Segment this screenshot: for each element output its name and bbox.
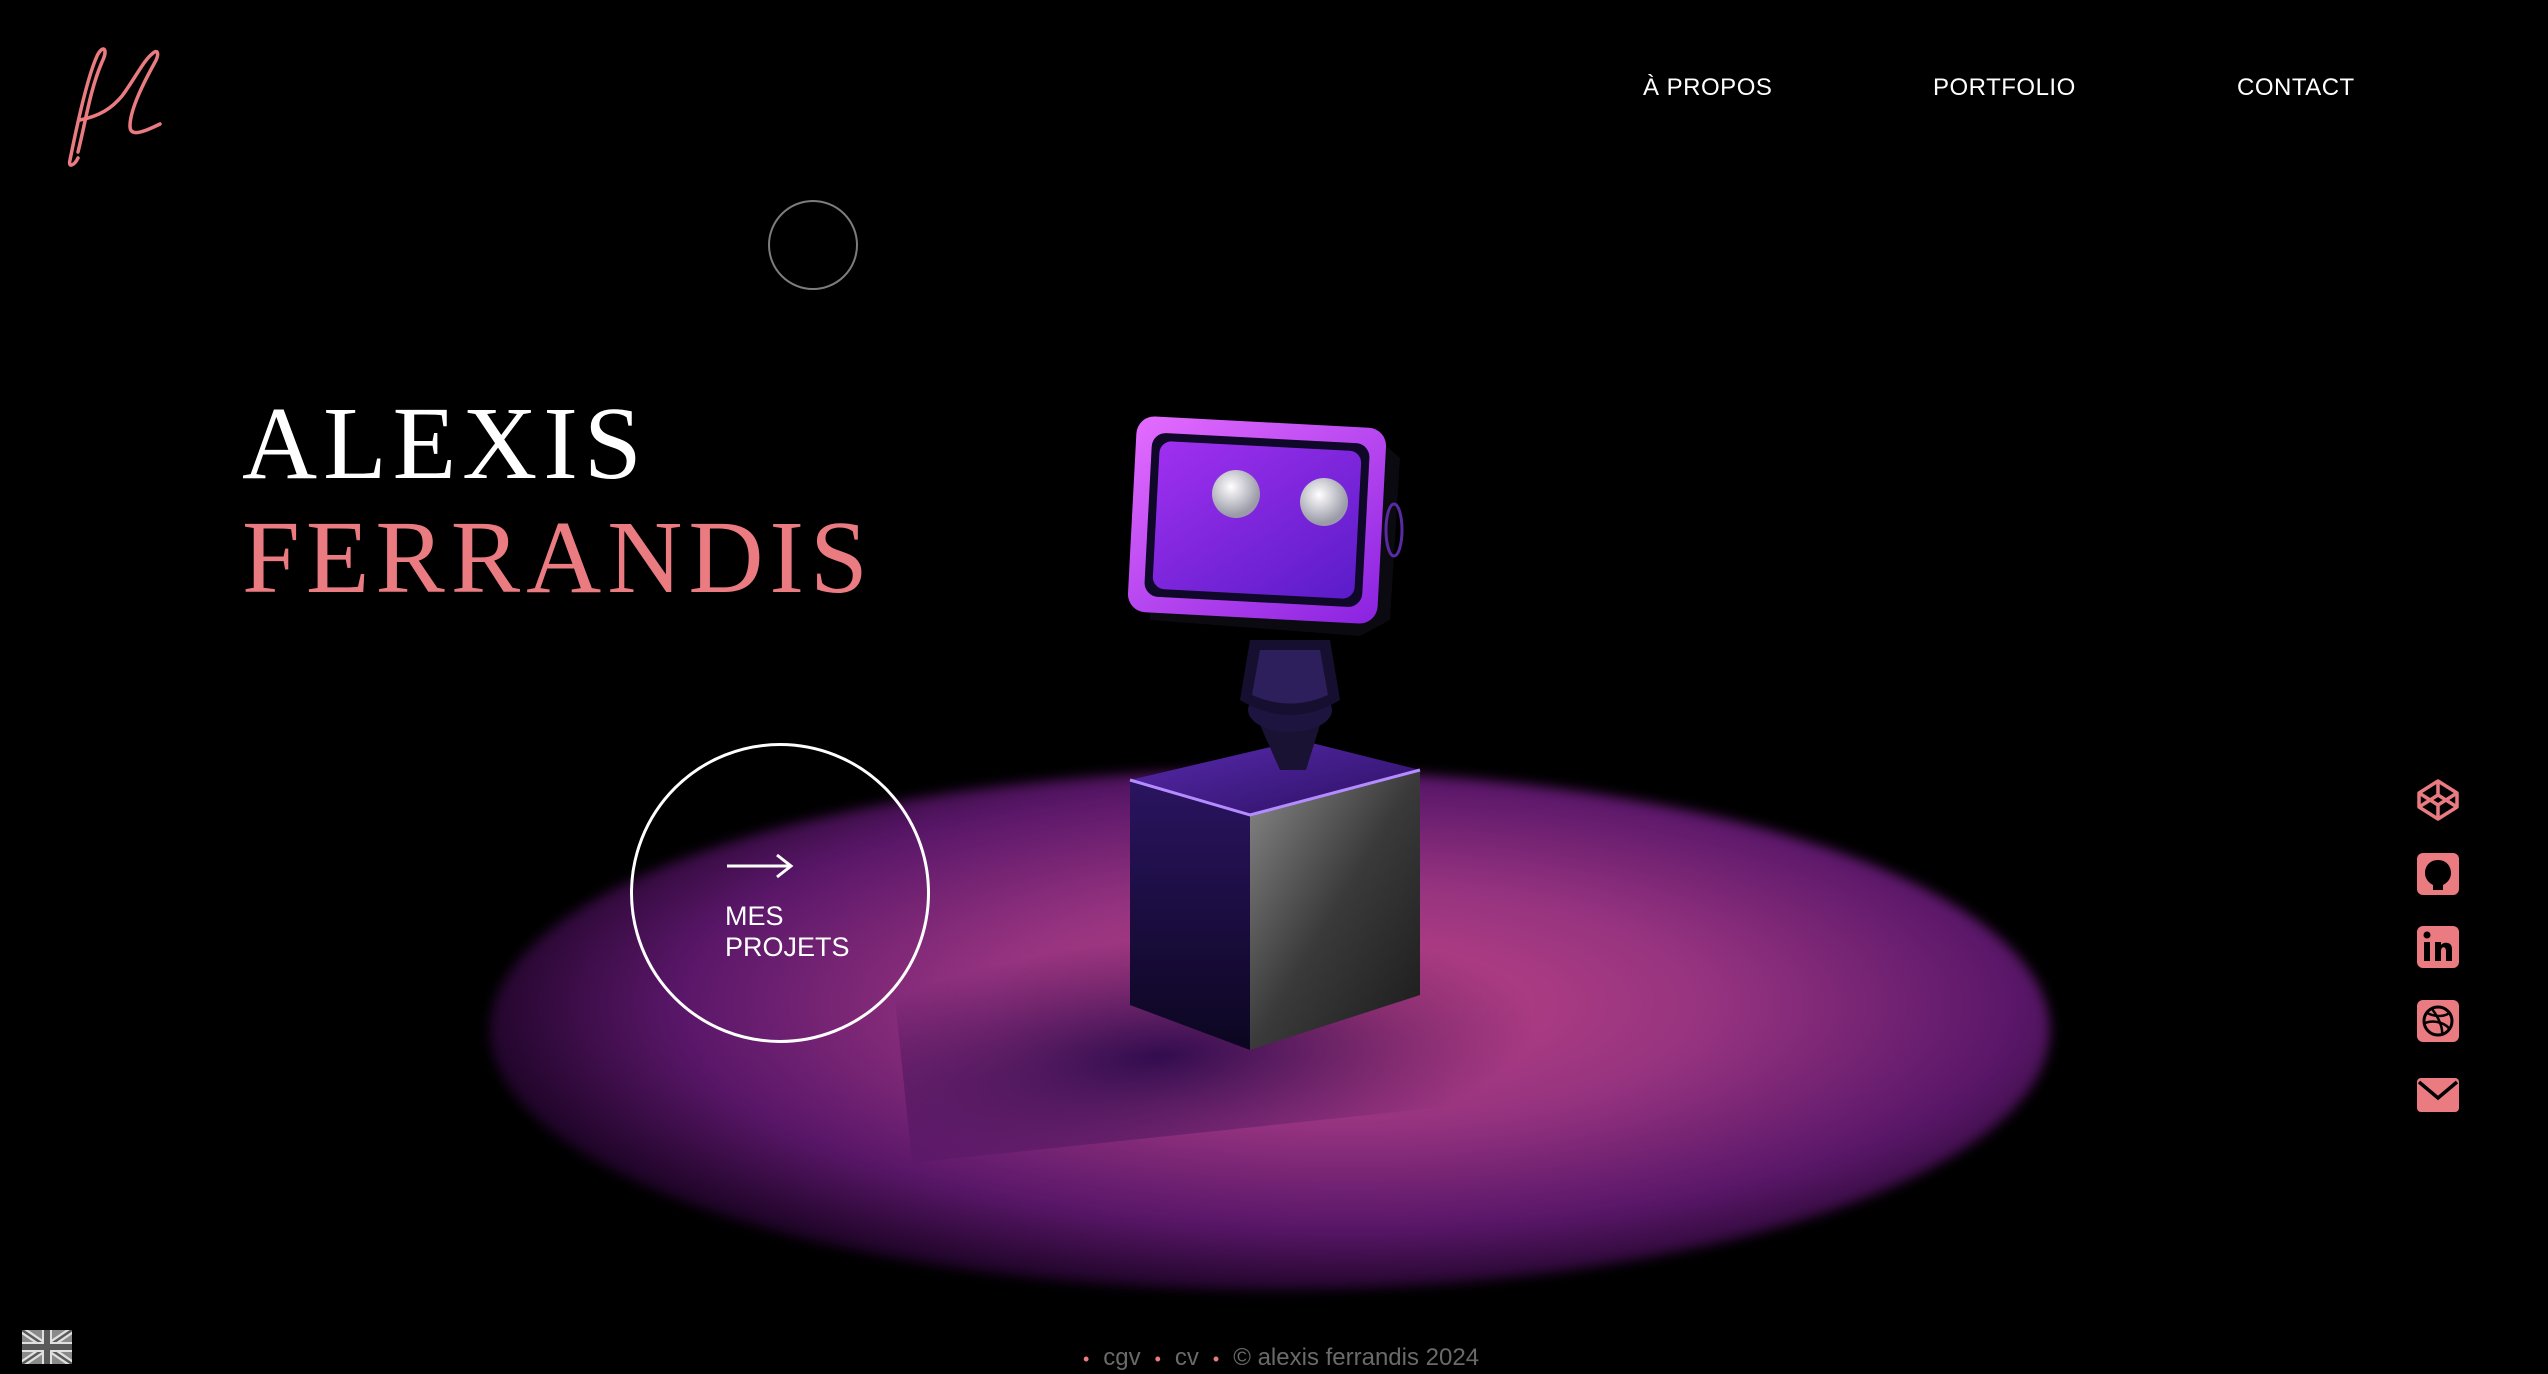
cta-line2: PROJETS — [725, 932, 850, 962]
my-projects-button[interactable]: MES PROJETS — [630, 743, 930, 1043]
linkedin-icon[interactable] — [2415, 924, 2461, 970]
hero-first-name: ALEXIS — [242, 386, 648, 501]
nav-contact[interactable]: CONTACT — [2237, 74, 2355, 102]
mail-icon[interactable] — [2415, 1072, 2461, 1118]
hero-last-name: FERRANDIS — [242, 500, 874, 615]
footer-dot: • — [1154, 1349, 1161, 1369]
footer-dot: • — [1212, 1349, 1220, 1369]
cursor-ring — [768, 200, 858, 290]
cta-line1: MES — [725, 901, 784, 931]
nav-portfolio[interactable]: PORTFOLIO — [1933, 74, 2076, 102]
robot-illustration — [1127, 416, 1421, 1050]
nav-about[interactable]: À PROPOS — [1643, 74, 1772, 102]
dribbble-icon[interactable] — [2415, 998, 2461, 1044]
footer: • cgv • cv • © alexis ferrandis 2024 — [0, 1344, 2548, 1372]
footer-cv-link[interactable]: cv — [1175, 1344, 1199, 1371]
my-projects-label: MES PROJETS — [725, 901, 885, 963]
footer-cgv-link[interactable]: cgv — [1103, 1344, 1140, 1371]
footer-dot: • — [1082, 1349, 1090, 1369]
signature-logo[interactable] — [60, 40, 170, 170]
footer-copyright: © alexis ferrandis 2024 — [1233, 1344, 1480, 1371]
codepen-icon[interactable] — [2415, 777, 2461, 823]
github-icon[interactable] — [2415, 851, 2461, 897]
arrow-right-icon — [727, 853, 794, 879]
